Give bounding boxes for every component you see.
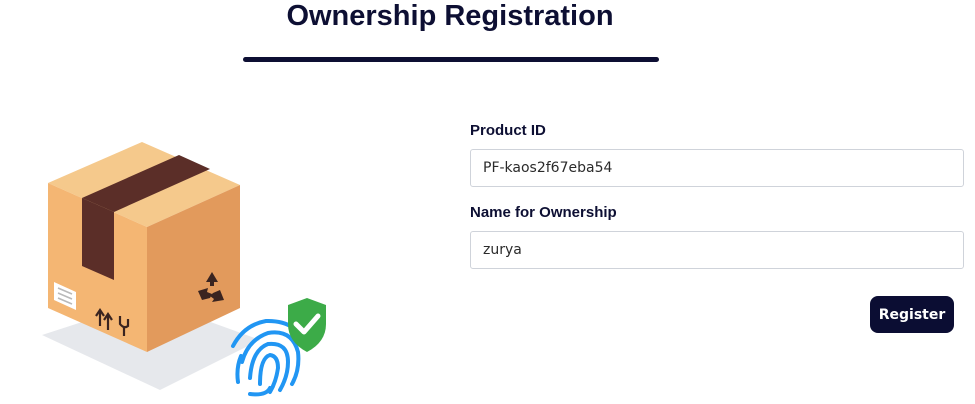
owner-name-input[interactable]	[470, 231, 964, 269]
owner-name-group: Name for Ownership	[470, 204, 964, 269]
register-button[interactable]: Register	[870, 296, 954, 333]
page-title: Ownership Registration	[286, 0, 614, 32]
title-underline	[243, 57, 659, 62]
ownership-form: Product ID Name for Ownership	[470, 122, 964, 269]
package-box-icon	[48, 142, 240, 352]
owner-name-label: Name for Ownership	[470, 204, 617, 221]
product-id-group: Product ID	[470, 122, 964, 187]
product-id-input[interactable]	[470, 149, 964, 187]
product-id-label: Product ID	[470, 122, 546, 139]
package-illustration	[42, 142, 326, 397]
